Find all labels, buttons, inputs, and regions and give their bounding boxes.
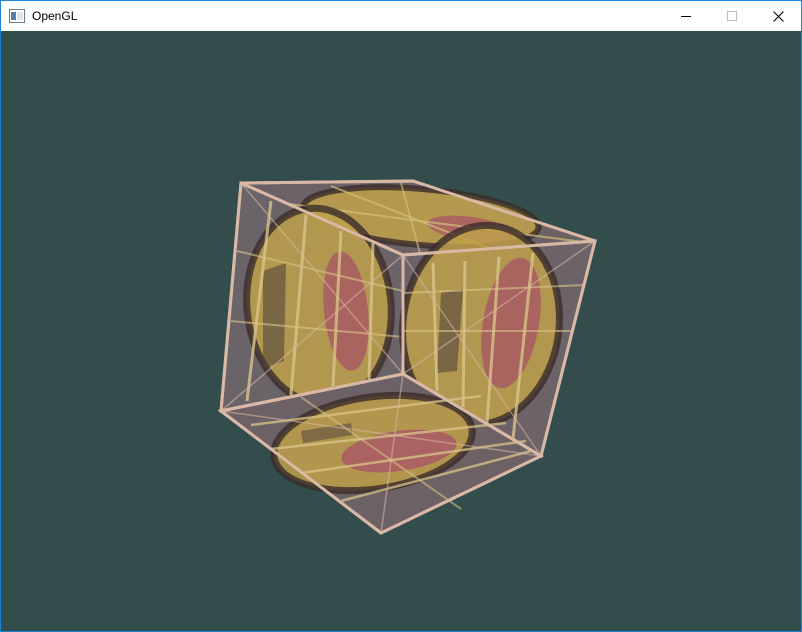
render-viewport[interactable]	[1, 31, 801, 631]
opengl-window: OpenGL	[0, 0, 802, 632]
title-bar[interactable]: OpenGL	[1, 1, 801, 31]
minimize-icon	[681, 11, 691, 21]
maximize-icon	[727, 11, 737, 21]
close-button[interactable]	[755, 1, 801, 31]
close-icon	[772, 10, 784, 22]
maximize-button[interactable]	[709, 1, 755, 31]
textured-cube	[217, 179, 597, 535]
window-title: OpenGL	[32, 9, 78, 23]
window-app-icon	[9, 9, 25, 23]
scene-canvas	[217, 179, 597, 535]
minimize-button[interactable]	[663, 1, 709, 31]
